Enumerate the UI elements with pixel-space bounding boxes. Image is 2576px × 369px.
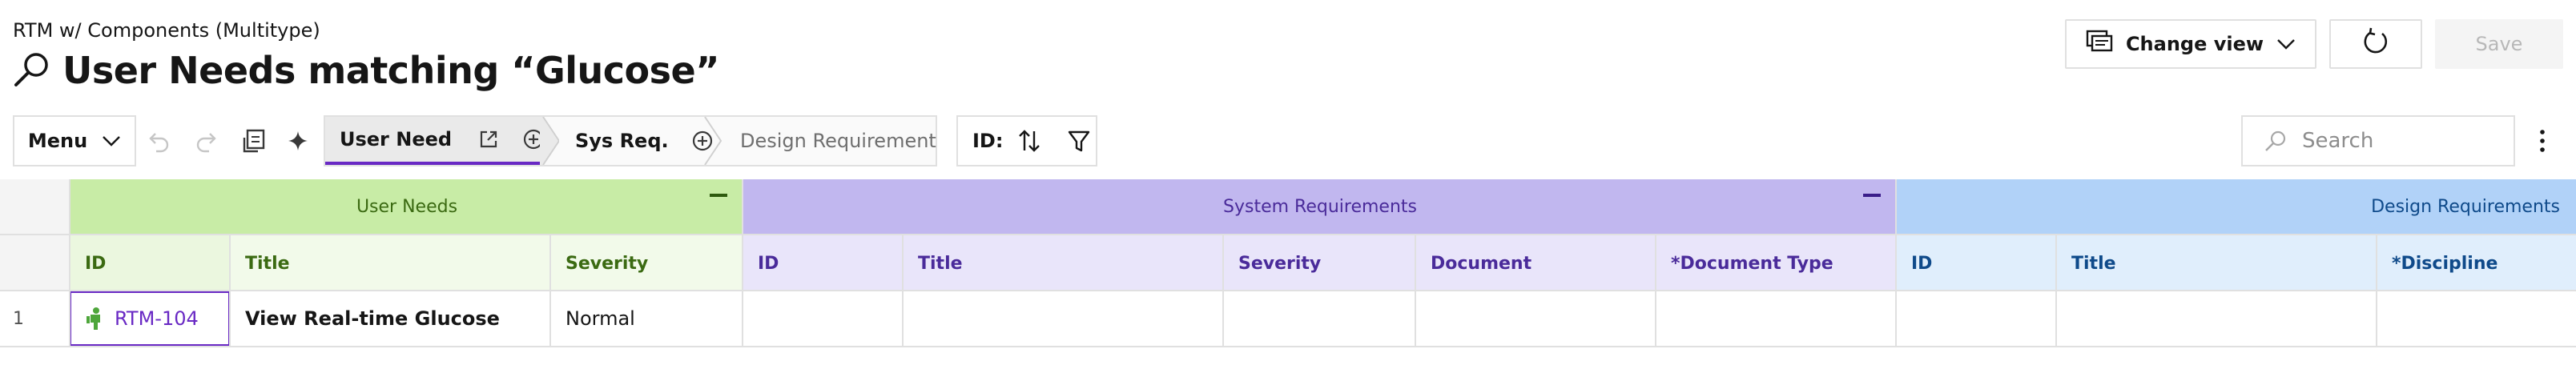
column-header-dr-discipline[interactable]: *Discipline xyxy=(2377,235,2576,291)
table-cell-severity[interactable]: Normal xyxy=(551,291,743,346)
group-header-system-requirements: System Requirements xyxy=(743,179,1897,234)
column-header-sr-title[interactable]: Title xyxy=(904,235,1224,291)
search-input[interactable]: Search xyxy=(2241,115,2515,166)
grid-line xyxy=(902,235,904,347)
grid-line xyxy=(1222,235,1224,347)
grid-line xyxy=(1895,179,1897,347)
column-header-un-id[interactable]: ID xyxy=(70,235,231,291)
table-cell-empty[interactable] xyxy=(1897,291,2057,346)
table-cell-empty[interactable] xyxy=(904,291,1224,346)
sparkle-icon[interactable] xyxy=(284,126,312,155)
table-cell-empty[interactable] xyxy=(1224,291,1416,346)
breadcrumb-separator xyxy=(704,117,722,165)
column-header-sr-severity[interactable]: Severity xyxy=(1224,235,1416,291)
table-cell-empty[interactable] xyxy=(1656,291,1897,346)
grid-line xyxy=(2376,235,2377,347)
table-cell-empty[interactable] xyxy=(2057,291,2377,346)
grid-line xyxy=(0,290,2576,291)
menu-button[interactable]: Menu xyxy=(13,115,136,166)
group-header-design-requirements: Design Requirements xyxy=(1897,179,2576,234)
grid-line xyxy=(1655,235,1656,347)
traceability-grid: User Needs System Requirements Design Re… xyxy=(0,179,2576,347)
refresh-button[interactable] xyxy=(2329,19,2422,69)
undo-icon[interactable] xyxy=(144,126,173,155)
breadcrumb-separator xyxy=(540,117,559,165)
grid-line xyxy=(1415,235,1416,347)
change-view-label: Change view xyxy=(2125,33,2264,55)
user-need-person-icon xyxy=(86,307,103,331)
export-document-icon[interactable] xyxy=(240,126,269,155)
column-header-sr-document-type[interactable]: *Document Type xyxy=(1656,235,1897,291)
breadcrumb: User Need Sys Req. Design Requirement xyxy=(324,115,937,166)
grid-line xyxy=(0,234,2576,235)
row-number: 1 xyxy=(13,308,24,329)
sort-arrows-icon[interactable] xyxy=(1017,128,1041,154)
column-header-sr-document[interactable]: Document xyxy=(1416,235,1656,291)
table-cell-empty[interactable] xyxy=(743,291,904,346)
sort-filter-group: ID: xyxy=(956,115,1097,166)
group-label: Design Requirements xyxy=(2371,196,2560,217)
grid-line xyxy=(2055,235,2057,347)
document-subtitle: RTM w/ Components (Multitype) xyxy=(13,19,320,42)
breadcrumb-sys-req-label: Sys Req. xyxy=(575,130,669,152)
filter-icon[interactable] xyxy=(1067,129,1091,153)
group-label: User Needs xyxy=(356,196,458,217)
column-header-un-title[interactable]: Title xyxy=(231,235,551,291)
page-title: User Needs matching “Glucose” xyxy=(13,48,719,93)
column-header-dr-id[interactable]: ID xyxy=(1897,235,2057,291)
collapse-icon[interactable] xyxy=(710,194,727,197)
corner-cell xyxy=(0,179,70,234)
table-cell-empty[interactable] xyxy=(2377,291,2576,346)
grid-line xyxy=(549,235,551,347)
grid-line xyxy=(229,235,231,347)
table-cell-title[interactable]: View Real-time Glucose xyxy=(231,291,551,346)
grid-line xyxy=(0,346,2576,347)
page-title-text: User Needs matching “Glucose” xyxy=(62,49,719,92)
menu-label: Menu xyxy=(27,130,88,152)
chevron-down-icon xyxy=(2276,33,2296,55)
corner-cell xyxy=(0,235,70,291)
table-cell-id[interactable]: RTM-104 xyxy=(69,291,231,347)
overflow-menu-icon[interactable] xyxy=(2534,126,2550,155)
grid-line xyxy=(69,179,70,347)
refresh-icon xyxy=(2361,27,2391,61)
table-cell-empty[interactable] xyxy=(1416,291,1656,346)
group-label: System Requirements xyxy=(1223,196,1417,217)
column-header-dr-title[interactable]: Title xyxy=(2057,235,2377,291)
search-placeholder: Search xyxy=(2302,129,2374,153)
column-header-sr-id[interactable]: ID xyxy=(743,235,904,291)
sort-field-label: ID: xyxy=(972,130,1004,152)
open-in-new-icon[interactable] xyxy=(479,130,498,149)
change-view-button[interactable]: Change view xyxy=(2065,19,2316,69)
save-button[interactable]: Save xyxy=(2435,19,2563,69)
column-header-un-severity[interactable]: Severity xyxy=(551,235,743,291)
collapse-icon[interactable] xyxy=(1863,194,1881,197)
requirement-id-link[interactable]: RTM-104 xyxy=(115,307,199,330)
change-view-icon xyxy=(2086,30,2113,58)
search-icon xyxy=(2264,129,2288,153)
breadcrumb-design-requirement[interactable]: Design Requirement xyxy=(722,117,939,165)
redo-icon[interactable] xyxy=(192,126,221,155)
magnifier-icon xyxy=(13,50,51,91)
breadcrumb-user-need-label: User Need xyxy=(340,128,453,150)
breadcrumb-sys-req[interactable]: Sys Req. xyxy=(557,117,712,165)
chevron-down-icon xyxy=(102,130,121,152)
group-header-user-needs: User Needs xyxy=(70,179,743,234)
breadcrumb-user-need[interactable]: User Need xyxy=(325,117,544,165)
grid-line xyxy=(742,179,743,347)
